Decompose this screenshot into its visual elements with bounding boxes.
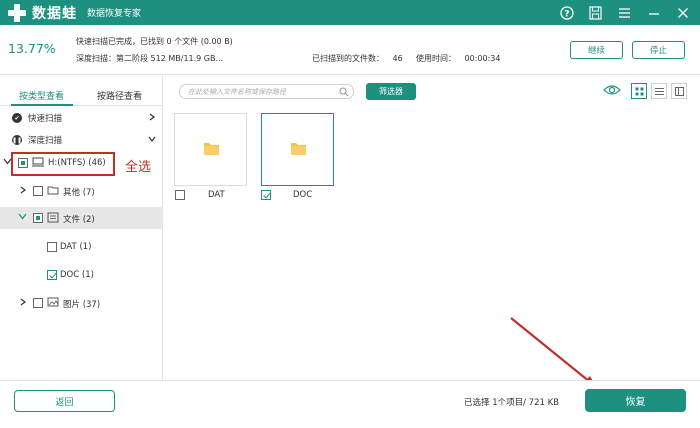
quick-scan-row[interactable]: ✔ 快速扫描 xyxy=(0,107,163,129)
file-tile-doc[interactable] xyxy=(261,113,334,186)
help-icon[interactable]: ? xyxy=(557,3,576,22)
app-subtitle: 数据恢复专家 xyxy=(87,9,142,19)
expand-icon[interactable] xyxy=(19,186,27,197)
deep-scan-row[interactable]: ❚❚ 深度扫描 xyxy=(0,129,163,151)
dat-label: DAT (1) xyxy=(60,242,92,252)
selection-summary: 已选择 1个项目/ 721 KB xyxy=(464,398,560,408)
search-placeholder: 在此处输入文件名称或保存路径 xyxy=(188,88,286,96)
other-label: 其他 (7) xyxy=(63,188,95,198)
file-checkbox-doc[interactable] xyxy=(261,190,271,200)
grid-view-icon[interactable] xyxy=(631,83,647,99)
active-tab-indicator xyxy=(11,104,73,106)
filter-button[interactable]: 筛选器 xyxy=(366,83,416,100)
recover-button[interactable]: 恢复 xyxy=(585,389,686,412)
documents-label: 文件 (2) xyxy=(63,215,95,225)
select-all-highlight xyxy=(11,152,115,176)
found-value: 46 xyxy=(392,54,403,63)
preview-eye-icon[interactable] xyxy=(603,84,621,99)
folder-icon xyxy=(204,143,219,155)
scan-percent: 13.77% xyxy=(8,41,56,56)
search-input[interactable]: 在此处输入文件名称或保存路径 xyxy=(179,84,354,99)
tree-item-documents[interactable]: 文件 (2) xyxy=(0,207,163,229)
search-icon[interactable] xyxy=(339,87,349,100)
minimize-icon[interactable] xyxy=(644,3,663,22)
document-icon xyxy=(47,212,59,226)
tree-item-dat[interactable]: DAT (1) xyxy=(0,236,163,258)
detail-view-icon[interactable] xyxy=(671,83,687,99)
chevron-down-icon xyxy=(148,135,156,146)
view-tabs: 按类型查看 按路径查看 xyxy=(0,84,163,106)
deep-scan-status: 深度扫描：第二阶段 512 MB/11.9 GB... xyxy=(76,54,224,63)
file-caption-dat: DAT xyxy=(175,190,225,200)
close-icon[interactable] xyxy=(673,3,692,22)
pause-circle-icon: ❚❚ xyxy=(11,135,23,145)
scan-status-panel: 13.77% 快速扫描已完成，已找到 0 个文件 (0.00 B) 深度扫描：第… xyxy=(0,25,700,75)
tab-by-path[interactable]: 按路径查看 xyxy=(97,84,142,106)
file-name-dat: DAT xyxy=(208,190,225,200)
file-caption-doc: DOC xyxy=(261,190,312,200)
list-view-icon[interactable] xyxy=(651,83,667,99)
found-label: 已扫描到的文件数： xyxy=(312,54,384,63)
view-toolbar xyxy=(603,83,687,99)
tree-item-other[interactable]: 其他 (7) xyxy=(0,180,163,202)
folder-icon xyxy=(291,143,306,155)
folder-outline-icon xyxy=(47,185,59,198)
time-label: 使用时间： xyxy=(416,54,456,63)
app-logo: 数据蛙 数据恢复专家 xyxy=(8,2,141,23)
continue-button[interactable]: 继续 xyxy=(570,41,623,59)
documents-checkbox[interactable] xyxy=(33,213,43,223)
select-all-annotation: 全选 xyxy=(125,160,152,175)
left-panel: 按类型查看 按路径查看 ✔ 快速扫描 ❚❚ 深度扫描 H:(NTFS) (46) xyxy=(0,76,163,380)
save-icon[interactable] xyxy=(586,3,605,22)
pictures-checkbox[interactable] xyxy=(33,298,43,308)
expand-icon[interactable] xyxy=(19,298,27,309)
chevron-right-icon xyxy=(148,113,156,124)
app-name: 数据蛙 xyxy=(32,5,77,22)
check-circle-icon: ✔ xyxy=(12,113,22,123)
collapse-icon[interactable] xyxy=(18,212,27,224)
deep-scan-label: 深度扫描 xyxy=(28,136,63,146)
logo-cross-icon xyxy=(8,3,26,22)
elapsed-time: 使用时间： 00:00:34 xyxy=(416,53,500,64)
back-button[interactable]: 返回 xyxy=(14,390,115,412)
tab-by-type[interactable]: 按类型查看 xyxy=(19,84,64,106)
pictures-label: 图片 (37) xyxy=(63,300,101,310)
time-value: 00:00:34 xyxy=(464,54,501,63)
found-count: 已扫描到的文件数： 46 xyxy=(312,53,403,64)
tree-item-doc[interactable]: DOC (1) xyxy=(0,264,163,286)
quick-scan-status: 快速扫描已完成，已找到 0 个文件 (0.00 B) xyxy=(76,37,233,46)
title-bar: 数据蛙 数据恢复专家 ? xyxy=(0,0,700,25)
menu-icon[interactable] xyxy=(615,3,634,22)
file-checkbox-dat[interactable] xyxy=(175,190,185,200)
quick-scan-label: 快速扫描 xyxy=(28,114,63,124)
file-name-doc: DOC xyxy=(293,190,313,200)
stop-button[interactable]: 停止 xyxy=(632,41,685,59)
svg-text:?: ? xyxy=(564,9,569,19)
image-icon xyxy=(47,297,59,310)
other-checkbox[interactable] xyxy=(33,186,43,196)
tree-item-pictures[interactable]: 图片 (37) xyxy=(0,292,163,314)
dat-checkbox[interactable] xyxy=(47,242,57,252)
doc-label: DOC (1) xyxy=(60,270,94,280)
file-tile-dat[interactable] xyxy=(174,113,247,186)
doc-checkbox[interactable] xyxy=(47,270,57,280)
